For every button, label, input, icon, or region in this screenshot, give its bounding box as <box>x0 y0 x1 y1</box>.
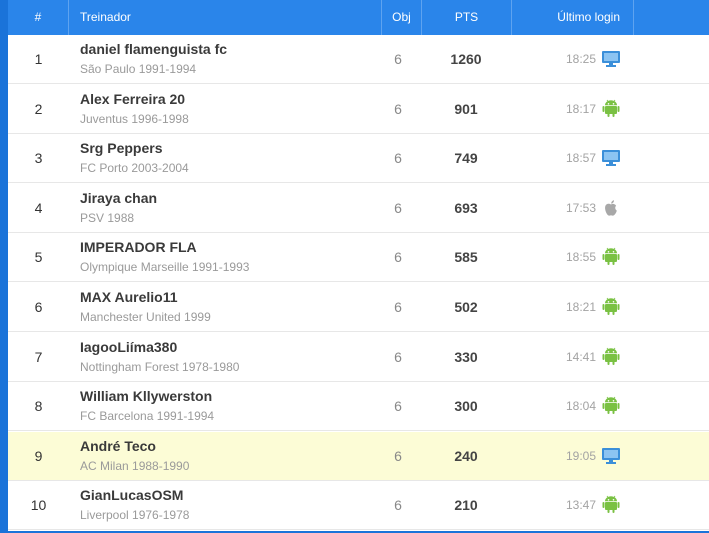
header-coach[interactable]: Treinador <box>69 0 382 35</box>
team-name: Nottingham Forest 1978-1980 <box>80 359 240 374</box>
rank-cell: 8 <box>34 398 43 415</box>
pts-cell: 240 <box>454 447 478 464</box>
team-name: Manchester United 1999 <box>80 310 211 324</box>
team-name: AC Milan 1988-1990 <box>80 458 190 473</box>
obj-cell: 6 <box>394 199 402 216</box>
coach-name[interactable]: William Kllywerston <box>80 388 214 404</box>
android-icon <box>601 297 621 317</box>
last-login-time: 18:25 <box>565 52 596 66</box>
obj-cell: 6 <box>394 447 402 464</box>
team-name: São Paulo 1991-1994 <box>80 62 197 76</box>
coach-name[interactable]: Jiraya chan <box>80 190 157 206</box>
coach-cell[interactable]: Alex Ferreira 20 Juventus 1996-1998 <box>80 91 189 126</box>
last-login-time: 14:41 <box>565 349 596 364</box>
header-pts[interactable]: PTS <box>422 0 512 35</box>
pts-cell: 901 <box>454 100 478 117</box>
desktop-icon <box>601 446 621 466</box>
obj-cell: 6 <box>394 497 402 514</box>
coach-cell[interactable]: Jiraya chan PSV 1988 <box>80 190 157 225</box>
table-row[interactable]: 2 Alex Ferreira 20 Juventus 1996-1998 6 901 1… <box>8 84 709 134</box>
last-login-time: 18:57 <box>565 151 596 166</box>
header-last-login[interactable]: Último login <box>512 0 634 35</box>
pts-cell: 502 <box>454 299 478 315</box>
coach-cell[interactable]: GianLucasOSM Liverpool 1976-1978 <box>80 487 189 522</box>
team-name: PSV 1988 <box>80 210 135 225</box>
obj-cell: 6 <box>394 398 402 415</box>
coach-name[interactable]: GianLucasOSM <box>80 487 189 503</box>
coach-name[interactable]: IagooLiíma380 <box>80 339 239 355</box>
pts-cell: 585 <box>454 249 478 266</box>
coach-name[interactable]: MAX Aurelio11 <box>80 289 211 305</box>
rank-cell: 10 <box>30 497 47 514</box>
coach-cell[interactable]: IagooLiíma380 Nottingham Forest 1978-1980 <box>80 339 239 374</box>
header-rank[interactable]: # <box>8 0 69 35</box>
table-row[interactable]: 3 Srg Peppers FC Porto 2003-2004 6 749 18:57 <box>8 134 709 184</box>
obj-cell: 6 <box>394 150 402 167</box>
pts-cell: 300 <box>454 398 478 415</box>
table-row[interactable]: 4 Jiraya chan PSV 1988 6 693 17:53 <box>8 183 709 233</box>
rank-cell: 7 <box>34 348 43 365</box>
coach-name[interactable]: André Teco <box>80 438 189 454</box>
android-icon <box>601 347 621 367</box>
pts-cell: 1260 <box>450 51 482 67</box>
last-login-time: 17:53 <box>565 200 596 215</box>
coach-cell[interactable]: William Kllywerston FC Barcelona 1991-199… <box>80 388 214 423</box>
last-login-time: 18:55 <box>565 250 596 265</box>
team-name: FC Porto 2003-2004 <box>80 161 189 176</box>
coach-cell[interactable]: André Teco AC Milan 1988-1990 <box>80 438 189 473</box>
coach-cell[interactable]: daniel flamenguista fc São Paulo 1991-199… <box>80 41 227 76</box>
rank-cell: 3 <box>34 150 43 167</box>
header-obj[interactable]: Obj <box>382 0 422 35</box>
team-name: Juventus 1996-1998 <box>80 111 189 126</box>
ranking-table: 1 daniel flamenguista fc São Paulo 1991-19… <box>8 35 709 531</box>
android-icon <box>601 495 621 515</box>
coach-name[interactable]: Alex Ferreira 20 <box>80 91 189 107</box>
coach-name[interactable]: IMPERADOR FLA <box>80 239 249 255</box>
table-row[interactable]: 7 IagooLiíma380 Nottingham Forest 1978-198… <box>8 332 709 382</box>
table-row[interactable]: 9 André Teco AC Milan 1988-1990 6 240 19:05 <box>8 431 709 481</box>
rank-cell: 1 <box>34 51 43 67</box>
android-icon <box>601 396 621 416</box>
desktop-icon <box>601 49 621 69</box>
last-login-time: 19:05 <box>565 448 596 463</box>
android-icon <box>601 247 621 267</box>
table-row[interactable]: 10 GianLucasOSM Liverpool 1976-1978 6 210 13:… <box>8 481 709 531</box>
coach-cell[interactable]: IMPERADOR FLA Olympique Marseille 1991-19… <box>80 239 249 274</box>
obj-cell: 6 <box>394 100 402 117</box>
apple-icon <box>601 198 621 218</box>
coach-name[interactable]: Srg Peppers <box>80 140 189 156</box>
coach-name[interactable]: daniel flamenguista fc <box>80 41 227 57</box>
rank-cell: 6 <box>34 299 43 315</box>
obj-cell: 6 <box>394 249 402 266</box>
obj-cell: 6 <box>394 299 402 315</box>
last-login-time: 18:21 <box>565 300 596 314</box>
table-row[interactable]: 8 William Kllywerston FC Barcelona 1991-19… <box>8 382 709 432</box>
team-name: Olympique Marseille 1991-1993 <box>80 260 250 275</box>
table-row[interactable]: 6 MAX Aurelio11 Manchester United 1999 6 502… <box>8 283 709 332</box>
android-icon <box>601 99 621 119</box>
table-row[interactable]: 5 IMPERADOR FLA Olympique Marseille 1991-1… <box>8 233 709 283</box>
rank-cell: 9 <box>34 447 43 464</box>
pts-cell: 749 <box>454 150 478 167</box>
obj-cell: 6 <box>394 51 402 67</box>
last-login-time: 18:04 <box>565 399 596 414</box>
team-name: FC Barcelona 1991-1994 <box>80 409 215 424</box>
last-login-time: 18:17 <box>565 101 596 116</box>
pts-cell: 330 <box>454 348 478 365</box>
last-login-time: 13:47 <box>565 498 596 513</box>
coach-cell[interactable]: MAX Aurelio11 Manchester United 1999 <box>80 289 211 324</box>
rank-cell: 5 <box>34 249 43 266</box>
team-name: Liverpool 1976-1978 <box>80 508 190 523</box>
pts-cell: 210 <box>454 497 478 514</box>
table-row[interactable]: 1 daniel flamenguista fc São Paulo 1991-19… <box>8 35 709 84</box>
rank-cell: 2 <box>34 100 43 117</box>
table-header: # Treinador Obj PTS Último login <box>8 0 709 35</box>
obj-cell: 6 <box>394 348 402 365</box>
rank-cell: 4 <box>34 199 43 216</box>
pts-cell: 693 <box>454 199 478 216</box>
coach-cell[interactable]: Srg Peppers FC Porto 2003-2004 <box>80 140 189 175</box>
desktop-icon <box>601 148 621 168</box>
